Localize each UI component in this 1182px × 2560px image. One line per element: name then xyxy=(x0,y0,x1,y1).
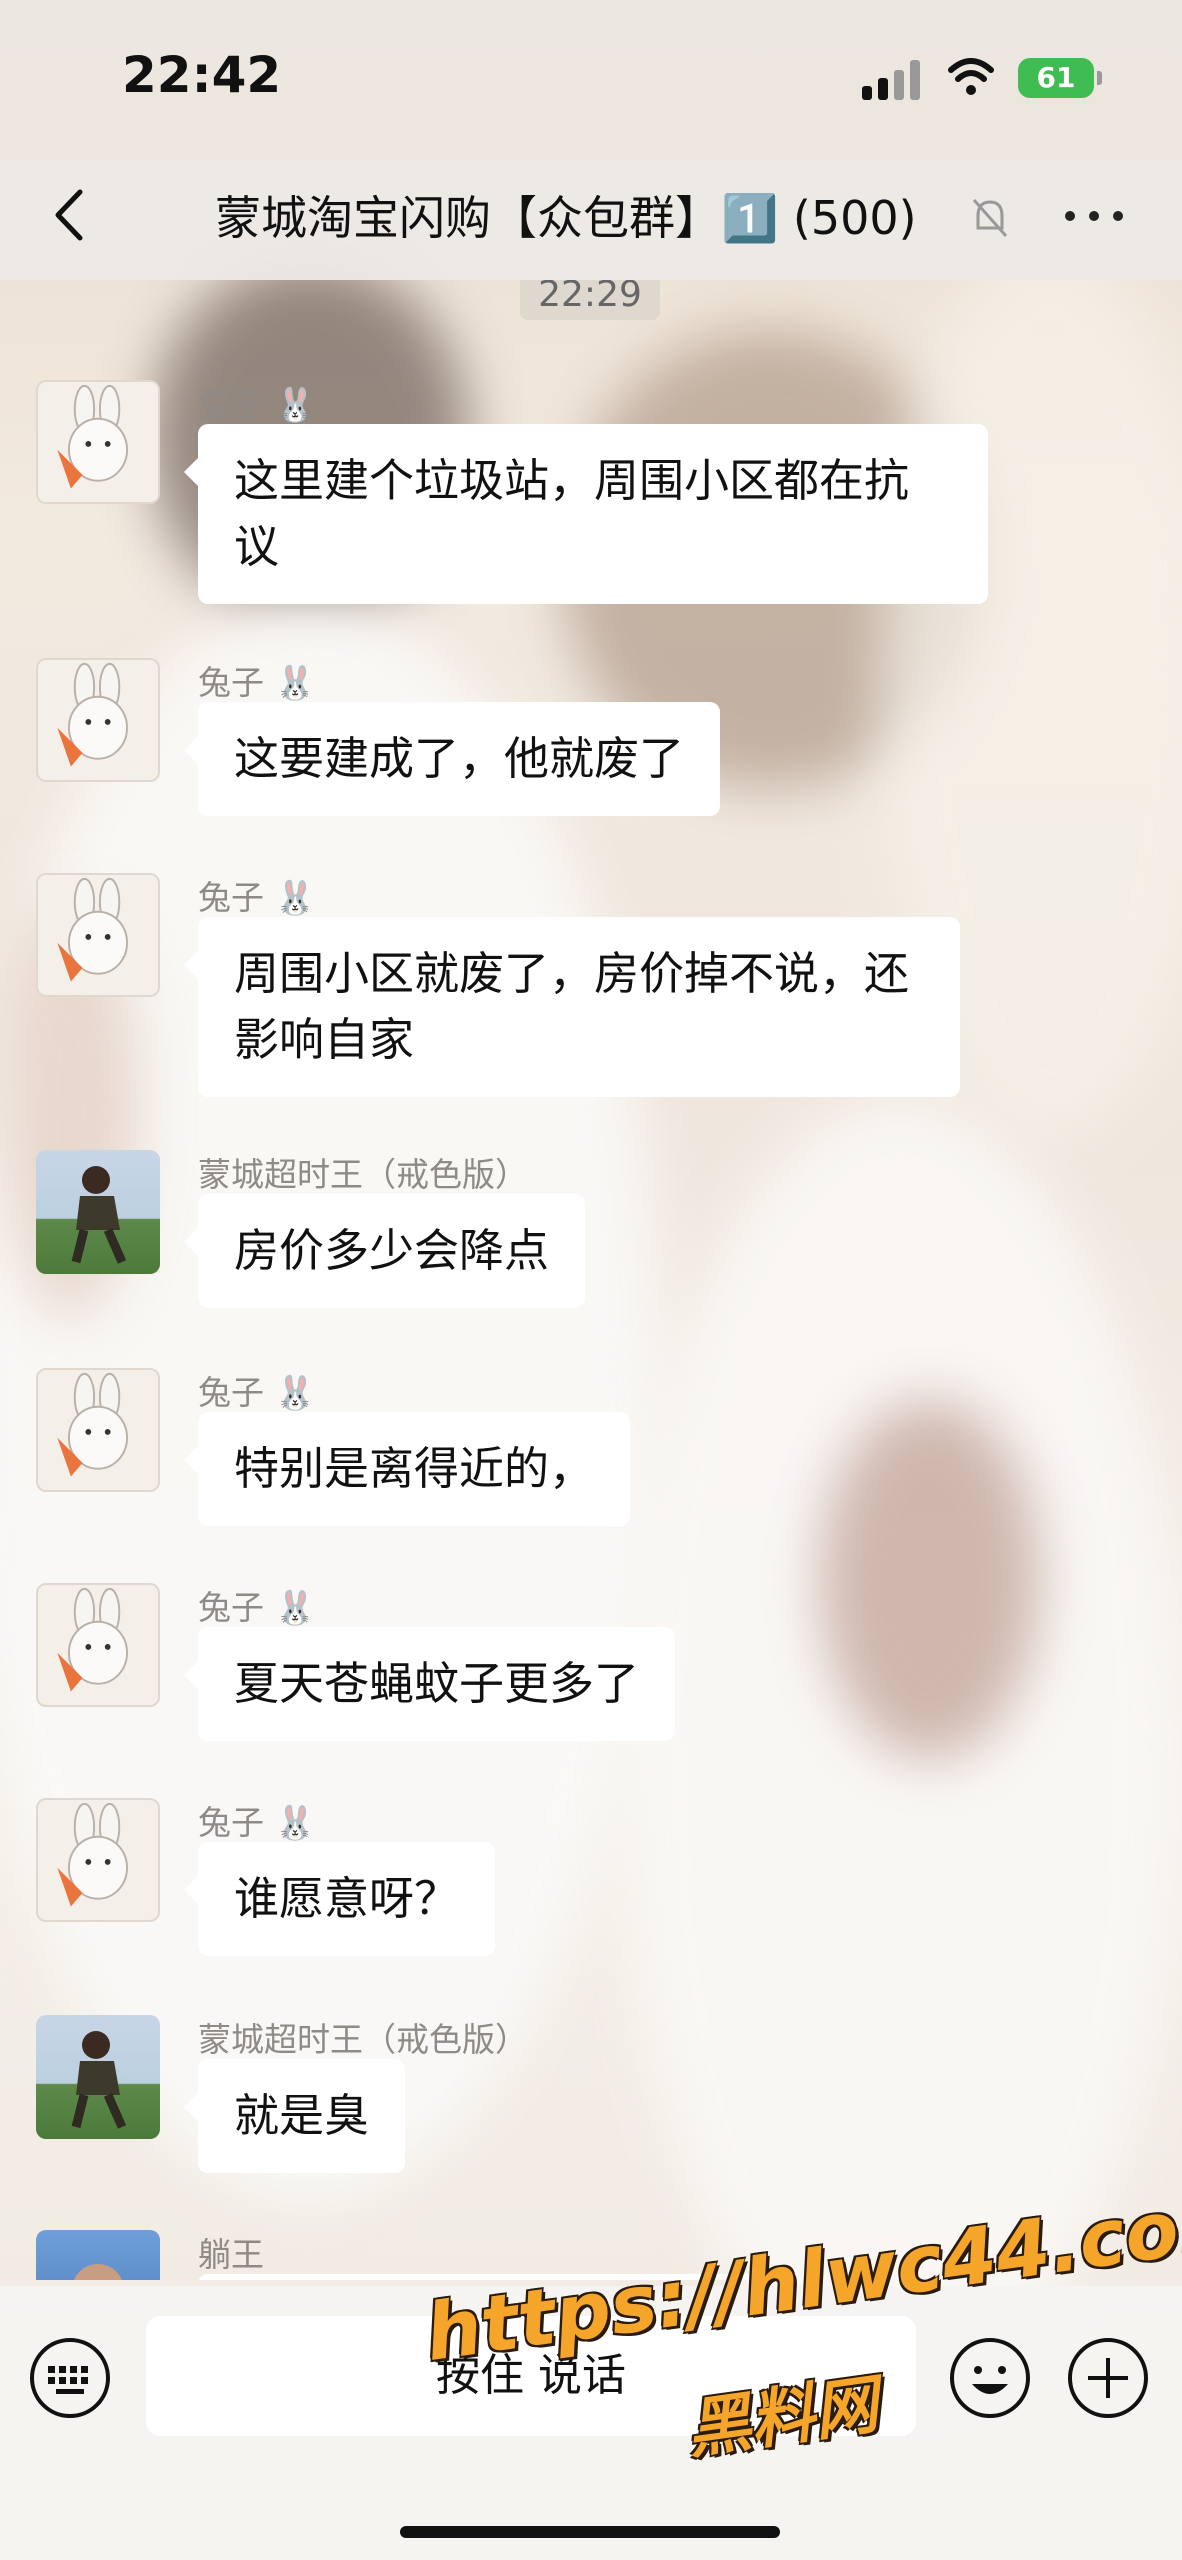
message-bubble[interactable]: 周围小区就废了，房价掉不说，还影响自家 xyxy=(184,917,960,1097)
avatar[interactable] xyxy=(36,1368,160,1492)
avatar[interactable] xyxy=(36,1583,160,1707)
sender-name: 兔子 🐰 xyxy=(198,385,316,424)
emoji-icon[interactable] xyxy=(948,2336,1032,2420)
wifi-icon xyxy=(948,58,994,95)
status-time: 22:42 xyxy=(122,46,282,104)
home-indicator xyxy=(400,2526,780,2538)
back-arrow-icon[interactable] xyxy=(40,180,100,250)
avatar[interactable] xyxy=(36,658,160,782)
sender-name: 蒙城超时王（戒色版） xyxy=(198,1155,528,1194)
sender-name: 兔子 🐰 xyxy=(198,663,316,702)
cellular-signal-icon xyxy=(862,60,924,100)
avatar[interactable] xyxy=(36,380,160,504)
message-bubble[interactable]: 这里建个垃圾站，周围小区都在抗议 xyxy=(184,424,988,604)
message-bubble[interactable]: 这要建成了，他就废了 xyxy=(183,702,721,816)
avatar[interactable] xyxy=(36,2015,160,2139)
avatar[interactable] xyxy=(36,873,160,997)
sender-name: 蒙城超时王（戒色版） xyxy=(198,2020,528,2059)
avatar[interactable] xyxy=(36,2230,160,2280)
chat-header: 蒙城淘宝闪购【众包群】1️⃣ (500) xyxy=(0,160,1182,280)
rabbit-avatar-icon xyxy=(57,877,128,982)
message-bubble[interactable]: 特别是离得近的， xyxy=(183,1412,631,1526)
sender-name: 兔子 🐰 xyxy=(198,1803,316,1842)
rabbit-avatar-icon xyxy=(57,1802,128,1907)
status-bar: 22:42 61 xyxy=(0,0,1182,160)
message-bubble[interactable]: 谁愿意呀？ xyxy=(183,1842,496,1956)
rabbit-avatar-icon xyxy=(57,662,128,767)
more-options-icon[interactable] xyxy=(1065,205,1125,225)
message-bubble[interactable]: 房价多少会降点 xyxy=(183,1194,586,1308)
sender-name: 兔子 🐰 xyxy=(198,1588,316,1627)
mute-bell-icon xyxy=(972,199,1008,237)
cartoon-man-avatar-icon xyxy=(71,2031,127,2129)
sender-name: 兔子 🐰 xyxy=(198,1373,316,1412)
sender-name: 躺王 xyxy=(198,2235,264,2274)
avatar[interactable] xyxy=(36,1798,160,1922)
cartoon-man-avatar-icon xyxy=(71,1166,127,1264)
message-list[interactable]: 22:29 兔子 🐰 这里建个垃圾站，周围小区都在抗议 兔子 � xyxy=(0,280,1182,2280)
rabbit-avatar-icon xyxy=(57,1587,128,1692)
message-timestamp: 22:29 xyxy=(520,280,660,320)
message-bubble[interactable]: 就是臭 xyxy=(183,2059,406,2173)
battery-icon: 61 xyxy=(1018,58,1102,98)
keyboard-icon[interactable] xyxy=(28,2336,112,2420)
rabbit-avatar-icon xyxy=(57,384,128,489)
chat-title: 蒙城淘宝闪购【众包群】1️⃣ (500) xyxy=(215,191,917,245)
sender-name: 兔子 🐰 xyxy=(198,878,316,917)
add-icon[interactable] xyxy=(1066,2336,1150,2420)
avatar[interactable] xyxy=(36,1150,160,1274)
rabbit-avatar-icon xyxy=(57,1372,128,1477)
person-avatar-icon xyxy=(74,2264,122,2280)
message-bubble[interactable]: 夏天苍蝇蚊子更多了 xyxy=(183,1627,676,1741)
